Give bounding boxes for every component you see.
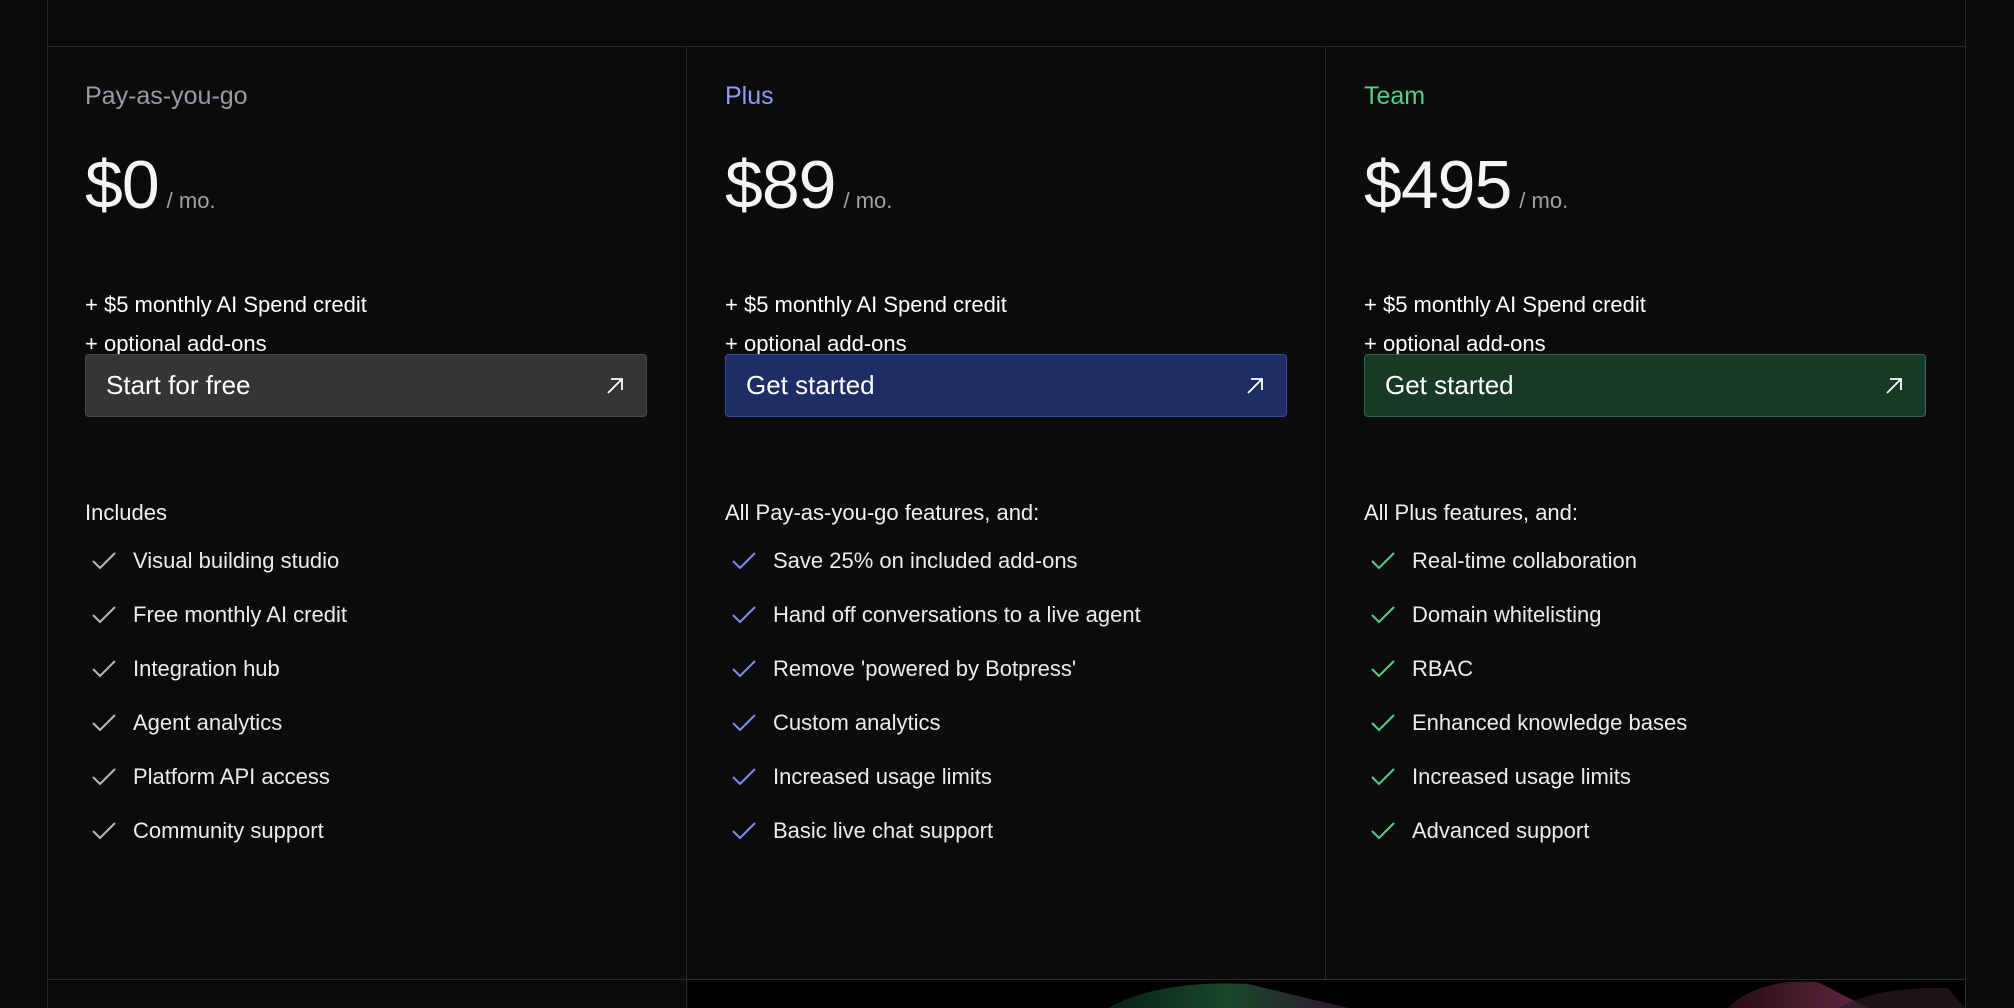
list-item: Custom analytics — [725, 696, 1141, 750]
feature-label: Real-time collaboration — [1412, 548, 1637, 573]
check-icon — [92, 552, 116, 570]
feature-label: Hand off conversations to a live agent — [773, 602, 1141, 627]
perk-ai-credit: + $5 monthly AI Spend credit — [1364, 292, 1646, 317]
list-item: Real-time collaboration — [1364, 534, 1687, 588]
arrow-up-right-icon — [1247, 377, 1263, 394]
feature-list: Save 25% on included add-ons Hand off co… — [725, 534, 1141, 858]
start-for-free-button[interactable]: Start for free — [85, 354, 647, 417]
feature-label: Remove 'powered by Botpress' — [773, 656, 1077, 681]
list-item: Integration hub — [85, 642, 347, 696]
list-item: Domain whitelisting — [1364, 588, 1687, 642]
top-divider — [47, 46, 1966, 47]
check-icon — [732, 714, 756, 732]
check-icon — [1371, 552, 1395, 570]
list-item: Agent analytics — [85, 696, 347, 750]
list-item: Increased usage limits — [725, 750, 1141, 804]
feature-label: Community support — [133, 818, 324, 843]
perk-ai-credit: + $5 monthly AI Spend credit — [85, 292, 367, 317]
list-item: Remove 'powered by Botpress' — [725, 642, 1141, 696]
arrow-up-right-icon — [1886, 377, 1902, 394]
list-item: Save 25% on included add-ons — [725, 534, 1141, 588]
feature-list: Visual building studio Free monthly AI c… — [85, 534, 347, 858]
get-started-plus-button[interactable]: Get started — [725, 354, 1287, 417]
price-row: $89 / mo. — [725, 146, 892, 224]
check-icon — [732, 552, 756, 570]
features-heading: All Plus features, and: — [1364, 500, 1579, 525]
decorative-background-art — [688, 980, 1965, 1008]
plan-price: $0 — [85, 147, 160, 223]
feature-label: Platform API access — [133, 764, 330, 789]
plan-price: $89 — [725, 147, 836, 223]
check-icon — [92, 714, 116, 732]
check-icon — [732, 822, 756, 840]
column-divider-1 — [686, 46, 687, 979]
feature-label: Increased usage limits — [1412, 764, 1631, 789]
list-item: Increased usage limits — [1364, 750, 1687, 804]
feature-label: Visual building studio — [133, 548, 340, 573]
abstract-shapes-image — [1108, 981, 1965, 1008]
check-icon — [92, 606, 116, 624]
list-item: Visual building studio — [85, 534, 347, 588]
list-item: RBAC — [1364, 642, 1687, 696]
feature-label: Domain whitelisting — [1412, 602, 1602, 627]
check-icon — [92, 660, 116, 678]
column-divider-2 — [1325, 46, 1326, 979]
feature-label: RBAC — [1412, 656, 1474, 681]
feature-label: Basic live chat support — [773, 818, 994, 843]
check-icon — [92, 768, 116, 786]
column-divider-bottom — [686, 979, 687, 1008]
button-label: Get started — [1385, 370, 1514, 400]
features-heading: All Pay-as-you-go features, and: — [725, 500, 1040, 525]
check-icon — [1371, 660, 1395, 678]
feature-label: Free monthly AI credit — [133, 602, 347, 627]
button-label: Start for free — [106, 370, 251, 400]
price-period: / mo. — [843, 188, 893, 213]
price-row: $495 / mo. — [1364, 146, 1568, 224]
features-heading: Includes — [85, 500, 167, 525]
feature-label: Advanced support — [1412, 818, 1590, 843]
list-item: Community support — [85, 804, 347, 858]
feature-label: Increased usage limits — [773, 764, 992, 789]
feature-label: Custom analytics — [773, 710, 941, 735]
price-period: / mo. — [1519, 188, 1569, 213]
check-icon — [1371, 768, 1395, 786]
feature-label: Agent analytics — [133, 710, 283, 735]
plan-price: $495 — [1364, 147, 1512, 223]
list-item: Basic live chat support — [725, 804, 1141, 858]
check-icon — [1371, 606, 1395, 624]
check-icon — [1371, 822, 1395, 840]
check-icon — [732, 768, 756, 786]
price-period: / mo. — [166, 188, 216, 213]
check-icon — [732, 660, 756, 678]
check-icon — [1371, 714, 1395, 732]
plan-name: Plus — [725, 82, 774, 110]
check-icon — [92, 822, 116, 840]
plan-name: Pay-as-you-go — [85, 82, 248, 110]
feature-label: Enhanced knowledge bases — [1412, 710, 1688, 735]
feature-label: Integration hub — [133, 656, 280, 681]
list-item: Free monthly AI credit — [85, 588, 347, 642]
list-item: Enhanced knowledge bases — [1364, 696, 1687, 750]
plan-name: Team — [1364, 82, 1426, 110]
list-item: Advanced support — [1364, 804, 1687, 858]
list-item: Platform API access — [85, 750, 347, 804]
perk-ai-credit: + $5 monthly AI Spend credit — [725, 292, 1007, 317]
get-started-team-button[interactable]: Get started — [1364, 354, 1926, 417]
feature-label: Save 25% on included add-ons — [773, 548, 1078, 573]
price-row: $0 / mo. — [85, 146, 216, 224]
arrow-up-right-icon — [607, 377, 623, 394]
list-item: Hand off conversations to a live agent — [725, 588, 1141, 642]
button-label: Get started — [746, 370, 875, 400]
check-icon — [732, 606, 756, 624]
feature-list: Real-time collaboration Domain whitelist… — [1364, 534, 1687, 858]
